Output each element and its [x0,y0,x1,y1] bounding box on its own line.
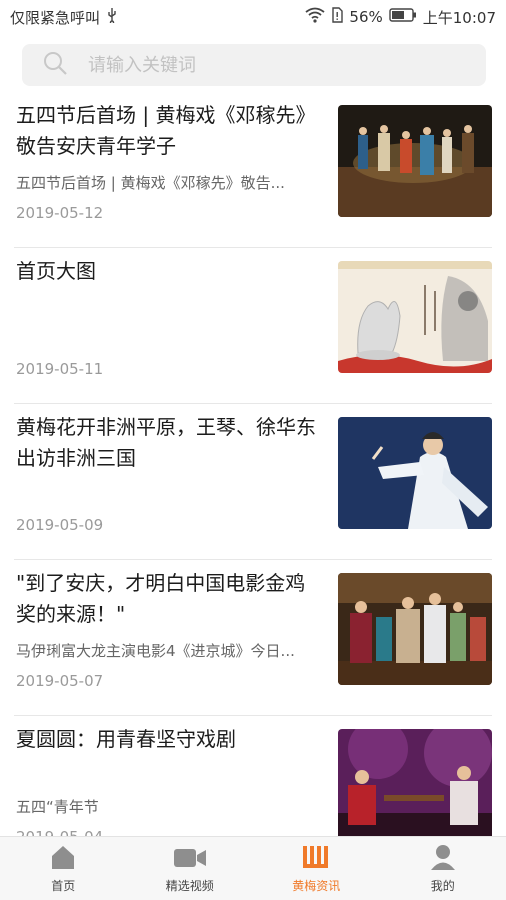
battery-icon [389,8,417,26]
news-title: 五四节后首场 | 黄梅戏《邓稼先》敬告安庆青年学子 [16,103,316,158]
news-item[interactable]: 夏圆圆：用青春坚守戏剧 五四“青年节 2019-05-04 [14,716,492,837]
battery-level: 56% [349,8,383,26]
news-thumbnail[interactable] [338,261,492,373]
video-icon [173,845,207,874]
news-summary: 五四节后首场 | 黄梅戏《邓稼先》敬告... [16,174,285,192]
search-input[interactable] [86,53,450,77]
bottom-tab-bar: 首页 精选视频 黄梅资讯 我的 [0,836,506,900]
user-icon [429,843,457,874]
news-icon [301,843,331,874]
news-title: 首页大图 [16,259,96,283]
news-date: 2019-05-09 [16,516,104,534]
status-bar: 仅限紧急呼叫 56% 上午10:07 [0,0,506,34]
tab-profile[interactable]: 我的 [380,837,506,900]
home-icon [49,843,77,874]
tab-label: 黄梅资讯 [292,879,341,893]
news-thumbnail[interactable] [338,729,492,837]
news-list: 五四节后首场 | 黄梅戏《邓稼先》敬告安庆青年学子 五四节后首场 | 黄梅戏《邓… [0,92,506,837]
news-thumbnail[interactable] [338,573,492,685]
news-thumbnail[interactable] [338,105,492,217]
news-date: 2019-05-07 [16,672,104,690]
news-title: "到了安庆，才明白中国电影金鸡奖的来源！" [16,571,306,626]
usb-icon [106,7,118,27]
wifi-icon [305,7,325,27]
tab-news[interactable]: 黄梅资讯 [253,837,380,900]
news-title: 黄梅花开非洲平原，王琴、徐华东出访非洲三国 [16,415,316,470]
news-summary: 马伊琍富大龙主演电影4《进京城》今日... [16,642,295,660]
clock-time: 上午10:07 [422,8,496,27]
news-date: 2019-05-12 [16,204,104,222]
news-summary: 五四“青年节 [16,798,99,816]
news-item[interactable]: 首页大图 2019-05-11 [14,248,492,404]
tab-home[interactable]: 首页 [0,837,127,900]
news-date: 2019-05-11 [16,360,104,378]
news-item[interactable]: 黄梅花开非洲平原，王琴、徐华东出访非洲三国 2019-05-09 [14,404,492,560]
news-item[interactable]: 五四节后首场 | 黄梅戏《邓稼先》敬告安庆青年学子 五四节后首场 | 黄梅戏《邓… [14,92,492,248]
tab-label: 精选视频 [165,879,214,893]
news-item[interactable]: "到了安庆，才明白中国电影金鸡奖的来源！" 马伊琍富大龙主演电影4《进京城》今日… [14,560,492,716]
news-title: 夏圆圆：用青春坚守戏剧 [16,727,236,751]
tab-videos[interactable]: 精选视频 [127,837,254,900]
sim-alert-icon [331,7,344,27]
carrier-text: 仅限紧急呼叫 [10,8,101,27]
tab-label: 我的 [430,879,455,893]
news-thumbnail[interactable] [338,417,492,529]
tab-label: 首页 [51,879,76,893]
search-icon [42,50,68,80]
search-bar[interactable] [22,44,486,86]
